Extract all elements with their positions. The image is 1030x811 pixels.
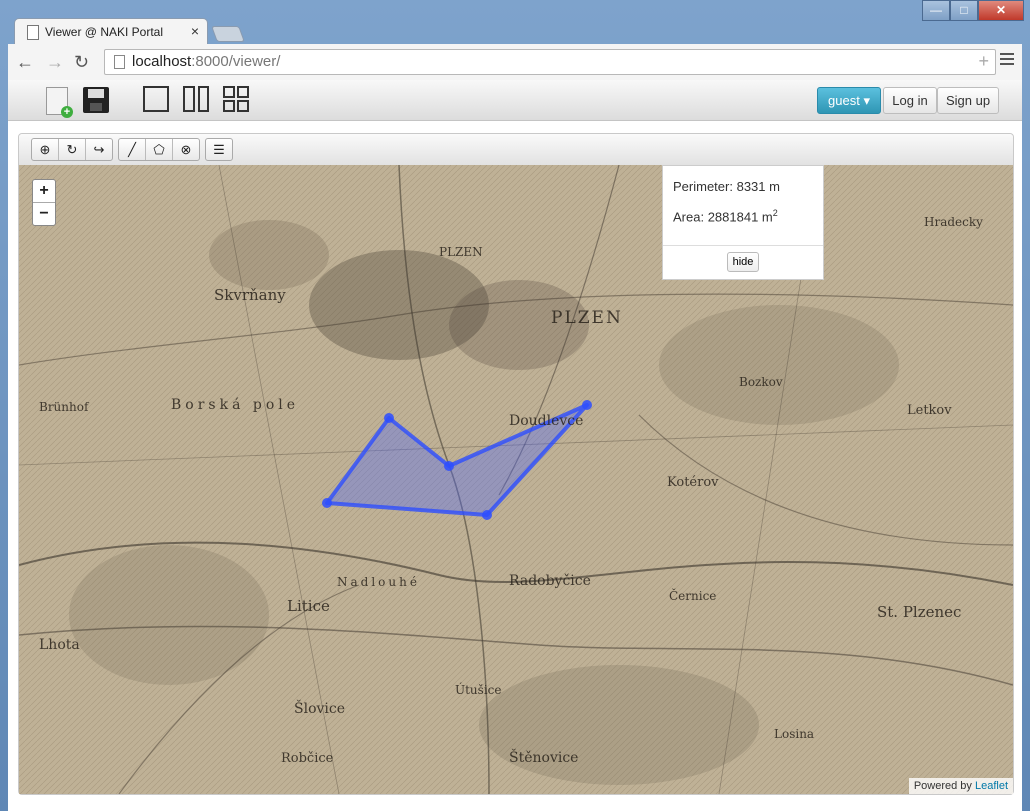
new-document-icon[interactable]: + xyxy=(46,87,73,118)
login-button[interactable]: Log in xyxy=(883,87,937,114)
place-label: Bozkov xyxy=(739,375,783,389)
place-label: Letkov xyxy=(907,403,952,418)
area-label: Area: xyxy=(673,209,705,225)
signup-button[interactable]: Sign up xyxy=(937,87,999,114)
divider xyxy=(663,245,823,246)
place-label: Brünhof xyxy=(39,400,89,414)
place-label: Nadlouhé xyxy=(337,575,420,589)
zoom-control: + − xyxy=(32,179,56,226)
map-tool-group-2: ╱ ⬠ ⊗ xyxy=(118,138,200,161)
single-layout-icon[interactable] xyxy=(143,86,169,112)
polygon-vertex[interactable] xyxy=(444,461,454,471)
place-label: Borská pole xyxy=(171,397,300,413)
place-label: Hradecky xyxy=(924,215,983,229)
place-label: St. Plzenec xyxy=(877,603,962,621)
place-label: Litice xyxy=(287,597,330,615)
close-window-button[interactable]: ✕ xyxy=(978,0,1024,21)
map-tool-group-3: ☰ xyxy=(205,138,233,161)
list-icon[interactable]: ☰ xyxy=(206,139,232,160)
window-controls: — □ ✕ xyxy=(922,0,1024,21)
perimeter-row: Perimeter: 8331 m xyxy=(673,179,780,194)
perimeter-value: 8331 m xyxy=(736,179,780,194)
browser-window: Viewer @ NAKI Portal × — □ ✕ ← → ↻ local… xyxy=(0,0,1030,811)
url-path: :8000/viewer/ xyxy=(191,53,281,70)
browser-toolbar: ← → ↻ localhost:8000/viewer/ + xyxy=(8,44,1022,81)
map-panel: ⊕ ↻ ↪ ╱ ⬠ ⊗ ☰ Skvrňany PLZEN PLZEN Borsk… xyxy=(18,133,1014,795)
minimize-button[interactable]: — xyxy=(922,0,950,21)
place-label: Doudlevce xyxy=(509,413,584,429)
bookmark-icon[interactable]: + xyxy=(978,51,989,72)
place-label: Skvrňany xyxy=(214,286,286,304)
place-label: Šlovice xyxy=(294,701,346,717)
menu-icon[interactable] xyxy=(1000,53,1014,68)
perimeter-label: Perimeter: xyxy=(673,179,733,194)
map-attribution: Powered by Leaflet xyxy=(908,778,1013,794)
polygon-vertex[interactable] xyxy=(582,400,592,410)
area-exponent: 2 xyxy=(772,208,778,218)
polygon-vertex[interactable] xyxy=(322,498,332,508)
place-label: Kotérov xyxy=(667,475,719,490)
save-icon[interactable] xyxy=(83,87,109,113)
map-tool-group-1: ⊕ ↻ ↪ xyxy=(31,138,113,161)
map-toolbar: ⊕ ↻ ↪ ╱ ⬠ ⊗ ☰ xyxy=(19,134,1013,166)
area-row: Area: 2881841 m2 xyxy=(673,208,778,224)
measure-line-icon[interactable]: ╱ xyxy=(119,139,146,160)
new-tab-button[interactable] xyxy=(211,26,245,42)
url-text: localhost:8000/viewer/ xyxy=(132,53,280,70)
place-label: Štěnovice xyxy=(509,750,579,766)
tab-title: Viewer @ NAKI Portal xyxy=(45,25,164,39)
place-label: Lhota xyxy=(39,637,80,653)
page-content: + guest ▾ Log in Sign up ⊕ ↻ ↪ ╱ ⬠ ⊗ ☰ S… xyxy=(8,80,1022,811)
place-label: Losina xyxy=(774,727,815,741)
attribution-prefix: Powered by xyxy=(913,780,972,792)
forward-button[interactable]: → xyxy=(46,52,64,73)
clear-measure-icon[interactable]: ⊗ xyxy=(173,139,199,160)
address-bar[interactable]: localhost:8000/viewer/ + xyxy=(104,49,996,75)
place-label: PLZEN xyxy=(551,308,623,328)
place-label: Radobyčice xyxy=(509,573,591,589)
leaflet-link[interactable]: Leaflet xyxy=(975,780,1008,792)
place-label: PLZEN xyxy=(439,245,483,259)
measure-polygon-icon[interactable]: ⬠ xyxy=(146,139,173,160)
grid-layout-icon[interactable] xyxy=(223,86,249,112)
tab-strip: Viewer @ NAKI Portal × — □ ✕ xyxy=(0,0,1030,46)
hide-button[interactable]: hide xyxy=(727,252,759,272)
zoom-out-button[interactable]: − xyxy=(33,203,55,225)
reload-button[interactable]: ↻ xyxy=(74,52,89,73)
area-value: 2881841 m xyxy=(707,209,773,225)
refresh-icon[interactable]: ↻ xyxy=(59,139,86,160)
polygon-vertex[interactable] xyxy=(482,510,492,520)
url-host: localhost xyxy=(132,53,192,70)
user-label: guest xyxy=(828,93,860,108)
maximize-button[interactable]: □ xyxy=(950,0,978,21)
zoom-in-button[interactable]: + xyxy=(33,180,55,203)
user-menu-button[interactable]: guest ▾ xyxy=(817,87,881,114)
historic-map-layer xyxy=(19,165,1013,794)
place-label: Robčice xyxy=(281,751,334,766)
add-layer-icon[interactable]: ⊕ xyxy=(32,139,59,160)
place-label: Útušice xyxy=(455,683,502,697)
measure-result-popup: Perimeter: 8331 m Area: 2881841 m2 hide xyxy=(662,165,824,280)
browser-tab[interactable]: Viewer @ NAKI Portal × xyxy=(14,18,208,46)
tab-close-icon[interactable]: × xyxy=(191,23,199,39)
app-header: + guest ▾ Log in Sign up xyxy=(8,80,1022,121)
map-canvas[interactable]: Skvrňany PLZEN PLZEN Borská pole Doudlev… xyxy=(19,165,1013,794)
polygon-vertex[interactable] xyxy=(384,413,394,423)
back-button[interactable]: ← xyxy=(16,52,34,73)
place-label: Černice xyxy=(669,589,717,603)
rotate-icon[interactable]: ↪ xyxy=(86,139,112,160)
page-icon xyxy=(27,25,39,40)
two-column-layout-icon[interactable] xyxy=(183,86,209,112)
plus-badge-icon: + xyxy=(61,106,73,118)
page-icon xyxy=(114,55,125,69)
